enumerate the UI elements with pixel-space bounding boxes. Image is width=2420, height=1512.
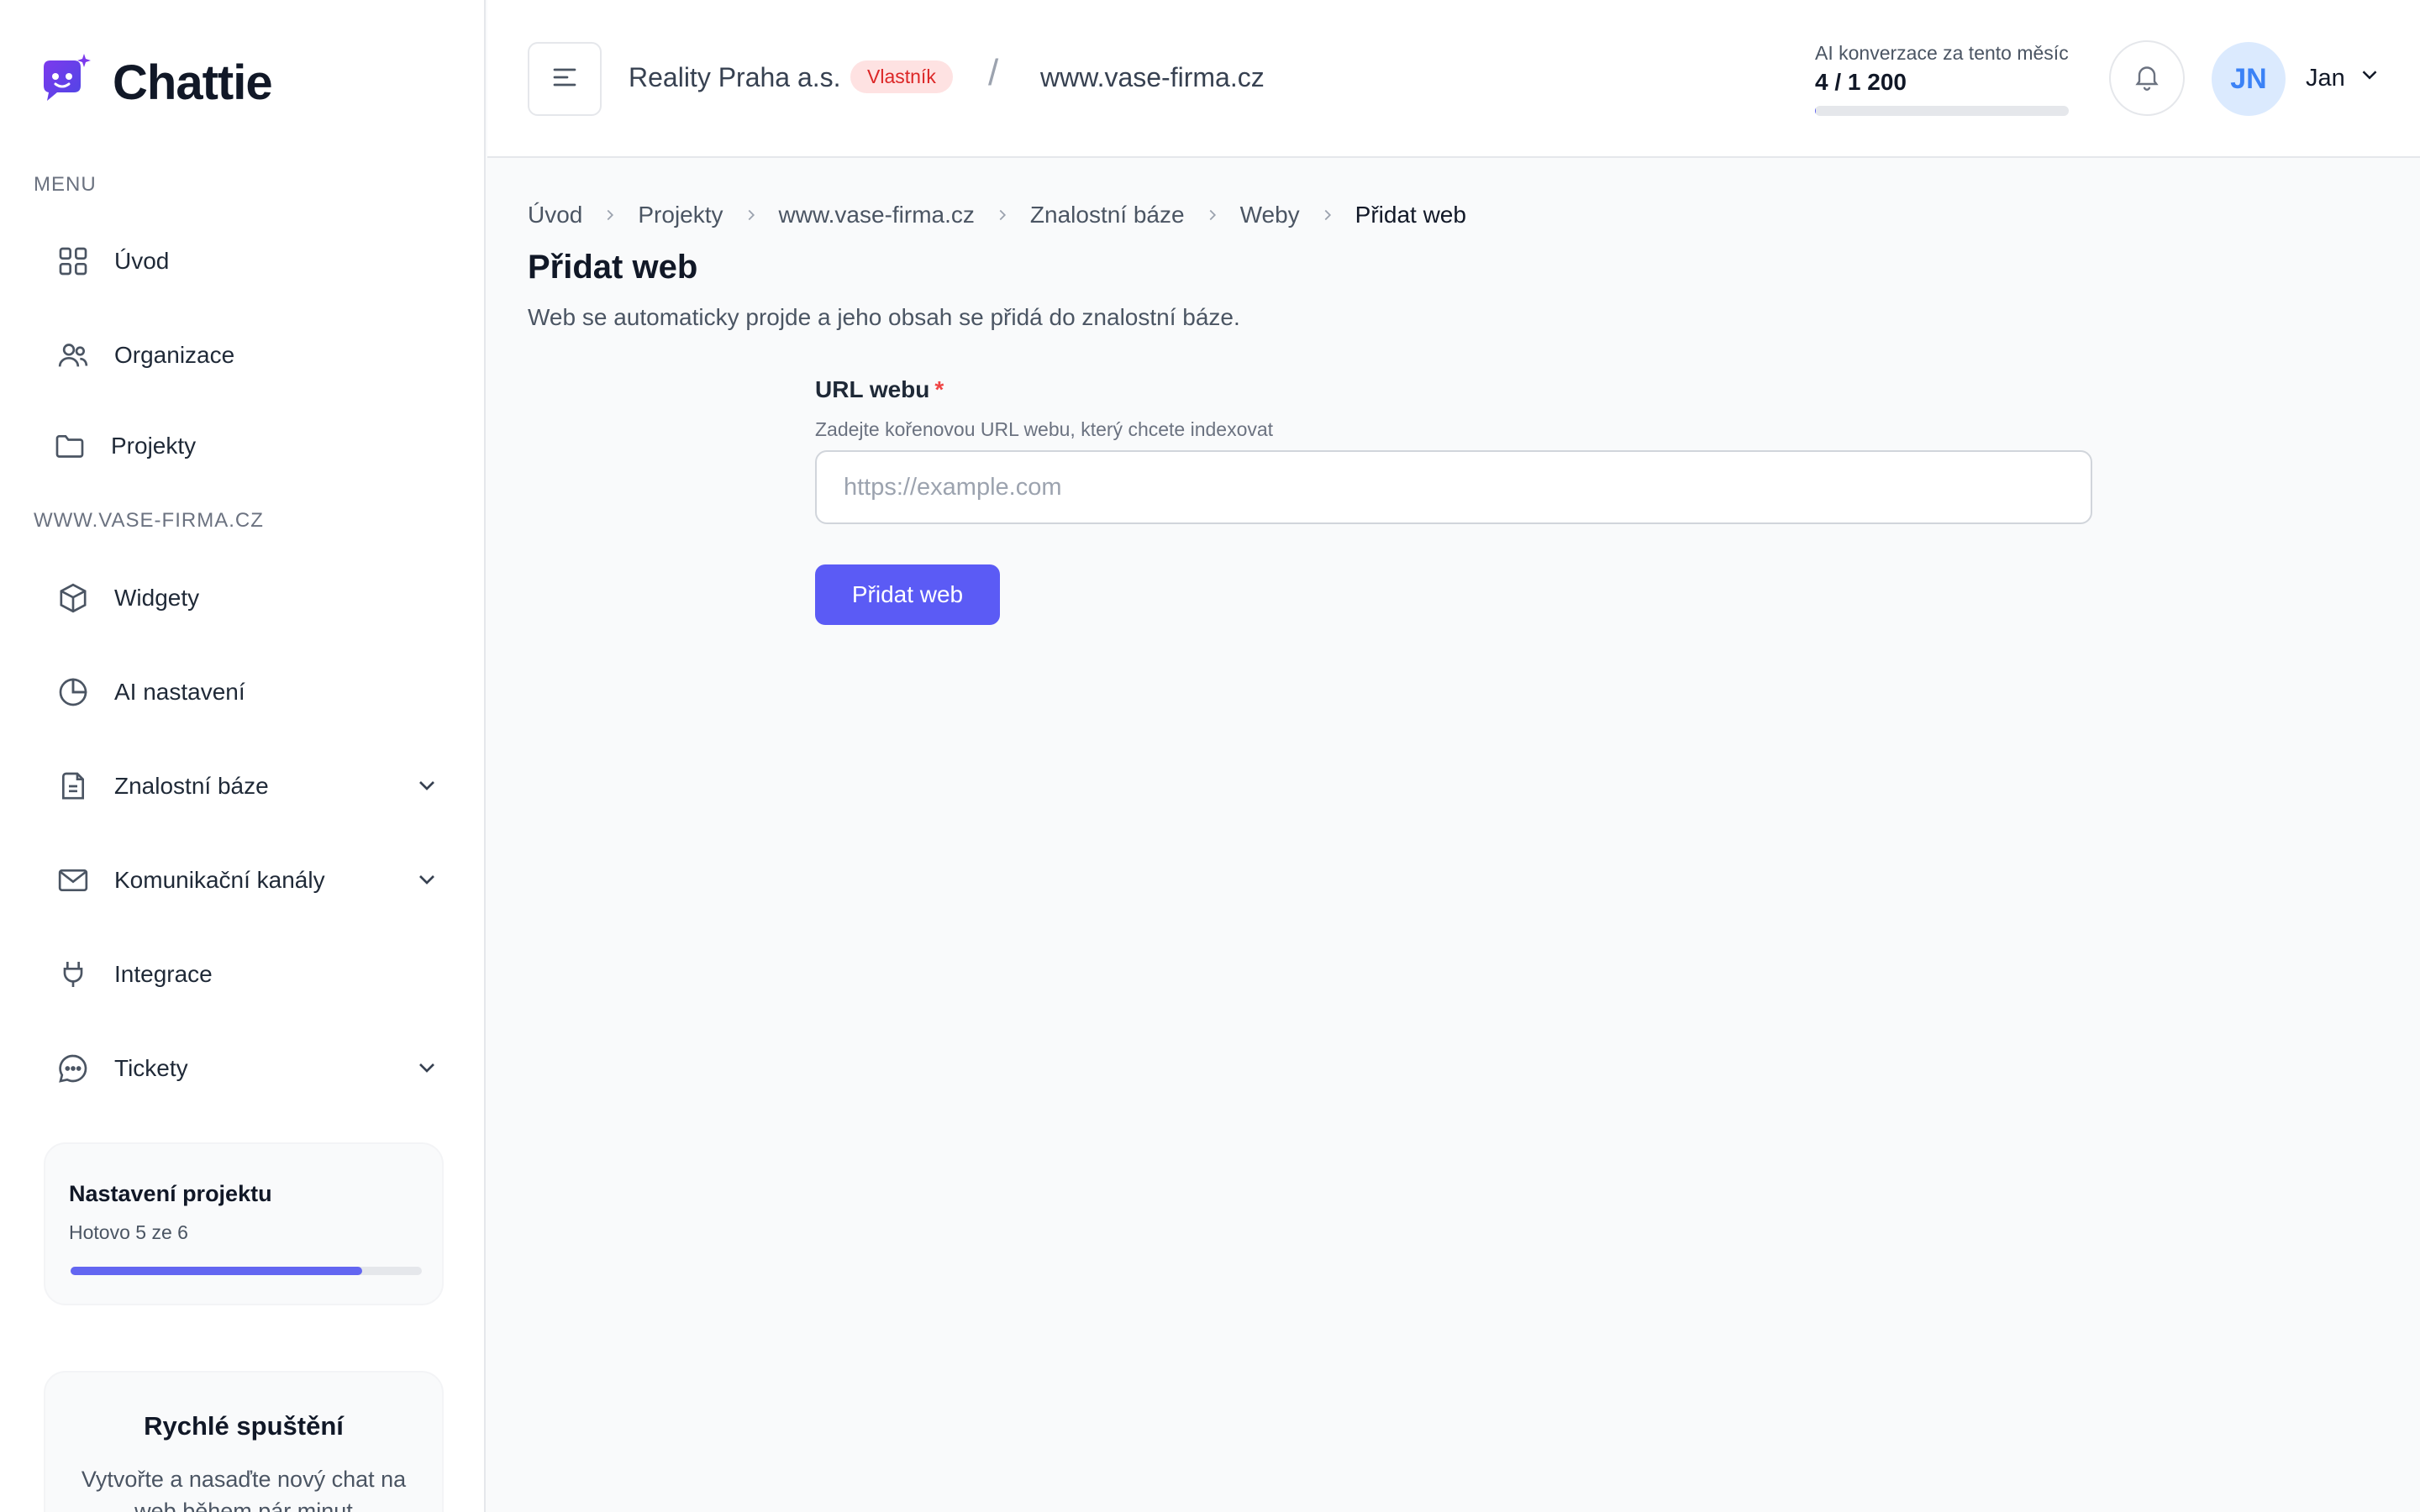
sidebar-item-widgety[interactable]: Widgety [54,569,440,627]
quickstart-title: Rychlé spuštění [144,1411,344,1441]
url-label-text: URL webu [815,376,930,402]
chevron-down-icon[interactable] [413,1054,440,1087]
usage-label: AI konverzace za tento měsíc [1815,42,2069,64]
sidebar-item-projekty[interactable]: Projekty [50,417,437,475]
usage-progress-bar [1815,106,2069,116]
setup-card-subtitle: Hotovo 5 ze 6 [69,1221,188,1243]
menu-section-label: MENU [34,173,97,196]
project-section-label: WWW.VASE-FIRMA.CZ [34,509,264,532]
chevron-right-icon [1318,206,1337,224]
sidebar-item-label: Znalostní báze [114,773,269,799]
notifications-button[interactable] [2109,40,2185,116]
chevron-right-icon [601,206,619,224]
chevron-right-icon [993,206,1012,224]
project-name[interactable]: www.vase-firma.cz [1040,62,1265,93]
sidebar-item-znalostni-baze[interactable]: Znalostní báze [54,757,440,816]
breadcrumb-item-uvod[interactable]: Úvod [528,202,582,228]
required-mark: * [934,376,944,402]
sidebar-item-label: Tickety [114,1055,188,1081]
quickstart-text: Vytvořte a nasaďte nový chat na web běhe… [81,1467,407,1512]
users-icon [54,336,92,375]
sidebar-item-organizace[interactable]: Organizace [54,326,440,385]
project-setup-card[interactable]: Nastavení projektu Hotovo 5 ze 6 [44,1142,444,1305]
breadcrumb-item-znalostni-baze[interactable]: Znalostní báze [1030,202,1185,228]
mail-icon [54,861,92,900]
role-badge: Vlastník [850,60,953,93]
chattie-logo-icon [35,52,92,113]
user-menu[interactable]: Jan [2306,62,2382,94]
sidebar: Chattie MENU Úvod Organizace Projekty WW… [0,0,486,1512]
url-input[interactable] [815,450,2092,524]
sidebar-item-label: AI nastavení [114,679,245,705]
add-website-button[interactable]: Přidat web [815,564,1000,625]
grid-icon [54,242,92,281]
sidebar-item-uvod[interactable]: Úvod [54,232,440,291]
url-field-help: Zadejte kořenovou URL webu, který chcete… [815,418,1274,440]
setup-card-title: Nastavení projektu [69,1181,272,1206]
sidebar-item-label: Organizace [114,342,235,368]
chevron-right-icon [1203,206,1222,224]
url-field-label: URL webu * [815,376,944,403]
folder-icon [50,427,89,465]
menu-toggle-button[interactable] [528,42,602,116]
page-description: Web se automaticky projde a jeho obsah s… [528,304,1240,330]
breadcrumb-item-weby[interactable]: Weby [1240,202,1300,228]
avatar[interactable]: JN [2212,42,2286,116]
chevron-right-icon [742,206,760,224]
document-icon [54,767,92,806]
sidebar-item-label: Komunikační kanály [114,867,325,893]
sidebar-item-label: Projekty [111,433,197,459]
chevron-down-icon[interactable] [413,866,440,899]
chevron-down-icon[interactable] [413,772,440,805]
header-separator: / [988,52,999,93]
sidebar-item-label: Integrace [114,961,213,987]
sidebar-item-ai-nastaveni[interactable]: AI nastavení [54,663,440,722]
user-name: Jan [2306,64,2345,92]
plug-icon [54,955,92,994]
setup-progress-fill [71,1267,362,1275]
app-name: Chattie [113,55,273,110]
breadcrumb-item-project[interactable]: www.vase-firma.cz [779,202,975,228]
chevron-down-icon [2357,62,2382,94]
page-title: Přidat web [528,249,698,286]
sidebar-item-integrace[interactable]: Integrace [54,945,440,1004]
breadcrumb: Úvod Projekty www.vase-firma.cz Znalostn… [528,202,1466,228]
menu-icon [550,62,580,97]
chat-bubble-icon [54,1049,92,1088]
organization-name[interactable]: Reality Praha a.s. [629,62,841,93]
usage-progress-fill [1815,106,1816,116]
pie-chart-icon [54,673,92,711]
breadcrumb-item-current: Přidat web [1355,202,1466,228]
sidebar-item-tickety[interactable]: Tickety [54,1039,440,1098]
setup-progress-bar [71,1267,422,1275]
quickstart-card[interactable]: Rychlé spuštění Vytvořte a nasaďte nový … [44,1371,444,1512]
sidebar-item-komunikacni-kanaly[interactable]: Komunikační kanály [54,851,440,910]
sidebar-item-label: Úvod [114,248,170,274]
usage-value: 4 / 1 200 [1815,69,1907,95]
cube-icon [54,579,92,617]
bell-icon [2132,61,2162,96]
app-logo[interactable]: Chattie [35,52,273,113]
breadcrumb-item-projekty[interactable]: Projekty [638,202,723,228]
top-header: Reality Praha a.s. Vlastník / www.vase-f… [487,0,2420,158]
sidebar-item-label: Widgety [114,585,200,611]
